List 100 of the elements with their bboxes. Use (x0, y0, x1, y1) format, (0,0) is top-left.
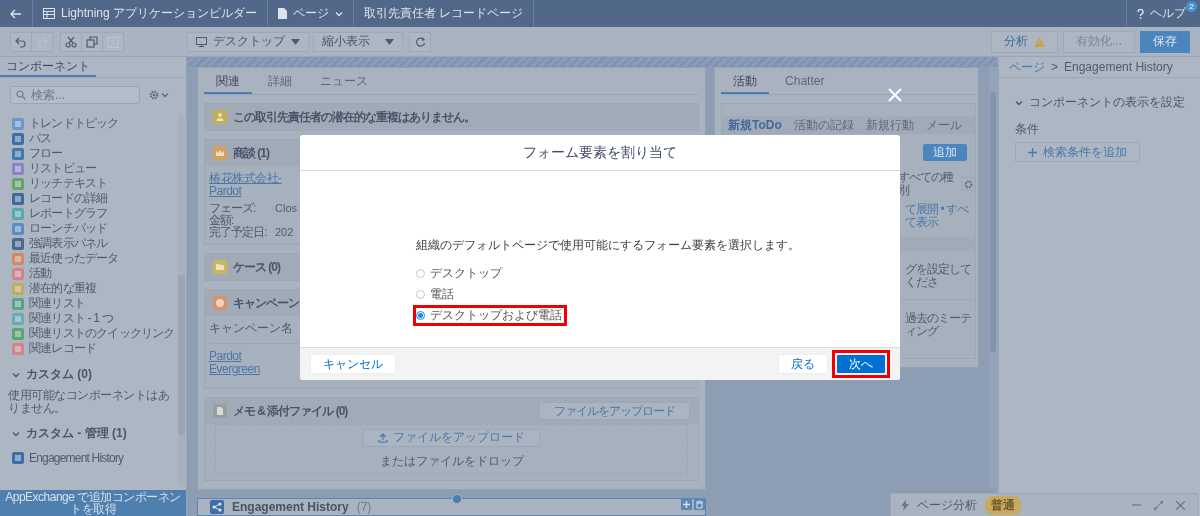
radio-option[interactable]: デスクトップ (416, 267, 502, 280)
warning-icon (1034, 36, 1045, 47)
dialog-button[interactable]: 戻る (778, 354, 828, 374)
dialog-button[interactable]: 次へ (836, 354, 886, 374)
component-item[interactable]: 最近使ったデータ (29, 250, 119, 267)
add-button[interactable]: 追加 (923, 144, 968, 161)
card-title: ケース (0) (233, 258, 280, 276)
plus-icon (1028, 147, 1037, 157)
person-icon (213, 110, 227, 124)
status-badge: 普通 (985, 495, 1021, 515)
monitor-icon (196, 36, 207, 47)
scissors-icon (65, 35, 77, 48)
search-icon (16, 90, 26, 100)
appexchange-button[interactable]: AppExchange で追加コンポーネントを取得 (0, 490, 186, 516)
refresh-button[interactable] (409, 31, 431, 52)
field-label: 完了予定日: (209, 226, 268, 238)
undo-icon (15, 35, 27, 48)
expand-icon (1153, 500, 1163, 510)
component-item[interactable]: レポートグラフ (29, 205, 108, 222)
activity-links[interactable]: て展開 • すべて表示 (905, 203, 976, 229)
table-icon (43, 8, 55, 19)
component-item[interactable]: フロー (29, 145, 63, 162)
subtab[interactable]: メール (919, 116, 968, 134)
analyze-button[interactable]: 分析 (991, 30, 1058, 53)
tab[interactable]: 詳細 (256, 70, 304, 94)
undo-button[interactable] (10, 31, 32, 52)
component-title: Engagement History (232, 500, 349, 514)
dialog-prompt: 組織のデフォルトページで使用可能にするフォーム要素を選択します。 (416, 237, 801, 254)
component-item[interactable]: リッチテキスト (29, 175, 108, 192)
document-icon (278, 8, 288, 19)
save-button[interactable]: 保存 (1140, 30, 1190, 53)
copy-button[interactable] (81, 31, 103, 52)
empty-message: 使用可能なコンポーネントはありません。 (7, 387, 170, 415)
card-title: メモ & 添付ファイル (0) (233, 402, 348, 420)
close-icon[interactable] (888, 88, 902, 102)
tab[interactable]: 関連 (204, 70, 252, 94)
cut-button[interactable] (60, 31, 82, 52)
bubble-icon (213, 296, 227, 310)
dialog-button[interactable]: キャンセル (310, 354, 396, 374)
panel-title: ページ分析 (917, 496, 977, 514)
component-item[interactable]: トレンドトピック (29, 115, 119, 132)
component-item[interactable]: レコードの詳細 (29, 190, 108, 207)
upload-icon (378, 432, 388, 443)
section-header[interactable]: カスタム (0) (12, 366, 92, 383)
radio-option[interactable]: デスクトップおよび電話 (416, 309, 562, 322)
component-item[interactable]: リストビュー (29, 160, 97, 177)
component-item[interactable]: 関連リストのクイックリンク (29, 325, 175, 342)
component-item[interactable]: Engagement History (29, 450, 124, 465)
search-field[interactable]: 検索... (10, 86, 140, 104)
upload-button[interactable]: ファイルをアップロード (539, 402, 691, 420)
caret-icon (161, 91, 169, 99)
component-item[interactable]: 関連リスト - 1 つ (29, 310, 113, 327)
minimize-icon (1131, 504, 1141, 506)
component-item[interactable]: 関連レコード (29, 340, 97, 357)
page-title: 取引先責任者 レコードページ (364, 5, 524, 22)
breadcrumb-link[interactable]: ページ (1009, 58, 1045, 76)
add-filter-button[interactable]: 検索条件を追加 (1015, 142, 1140, 162)
device-dropdown[interactable]: デスクトップ (187, 31, 309, 52)
radio-option[interactable]: 電話 (416, 288, 454, 301)
subtab[interactable]: 活動の記録 (787, 116, 860, 134)
crown-icon (213, 146, 227, 160)
lightning-icon (901, 499, 909, 511)
component-item[interactable]: ローンチパッド (29, 220, 108, 237)
record-link[interactable]: 椿花株式会社-Pardot (209, 172, 295, 198)
settings-button[interactable] (961, 177, 976, 191)
subtab[interactable]: 新規ToDo (722, 116, 788, 134)
zoom-dropdown[interactable]: 縮小表示 (313, 31, 403, 52)
refresh-icon (414, 36, 426, 47)
component-item[interactable]: 潜在的な重複 (29, 280, 97, 297)
resize-handle[interactable] (451, 494, 462, 504)
close-button[interactable] (1173, 498, 1187, 512)
field-value: Clos (275, 202, 298, 214)
record-link[interactable]: Pardot Evergreen (209, 350, 295, 376)
component-item[interactable]: パス (29, 130, 52, 147)
close-icon (1175, 500, 1185, 510)
component-item[interactable]: 関連リスト (29, 295, 85, 312)
chevron-down-icon (12, 370, 20, 379)
dialog-title: フォーム要素を割り当て (523, 143, 677, 162)
subtab[interactable]: 新規行動 (859, 116, 920, 134)
breadcrumb-current: Engagement History (1064, 60, 1173, 74)
component-item[interactable]: 活動 (29, 265, 52, 282)
panel-tab[interactable]: コンポーネント (0, 57, 96, 77)
field-label: フェーズ: (209, 202, 257, 214)
tab[interactable]: ニュース (308, 70, 380, 94)
section-header[interactable]: カスタム - 管理 (1) (12, 425, 127, 442)
breadcrumb-separator: > (1051, 60, 1058, 74)
item-count: (7) (356, 500, 372, 514)
drop-hint: またはファイルをドロップ (379, 452, 524, 470)
expand-button[interactable] (1151, 498, 1165, 512)
upload-button[interactable]: ファイルをアップロード (363, 428, 540, 447)
share-icon (210, 500, 224, 514)
component-item[interactable]: 強調表示パネル (29, 235, 108, 252)
copy-icon (86, 35, 98, 48)
field-value: 202 (275, 226, 295, 238)
tab[interactable]: 活動 (721, 70, 770, 94)
caret-icon (291, 38, 300, 45)
section-header[interactable]: コンポーネントの表示を設定 (1015, 94, 1185, 111)
notification-badge: 2 (1186, 1, 1197, 12)
hint-text: 過去のミーティング (905, 312, 973, 338)
tab[interactable]: Chatter (773, 70, 837, 94)
